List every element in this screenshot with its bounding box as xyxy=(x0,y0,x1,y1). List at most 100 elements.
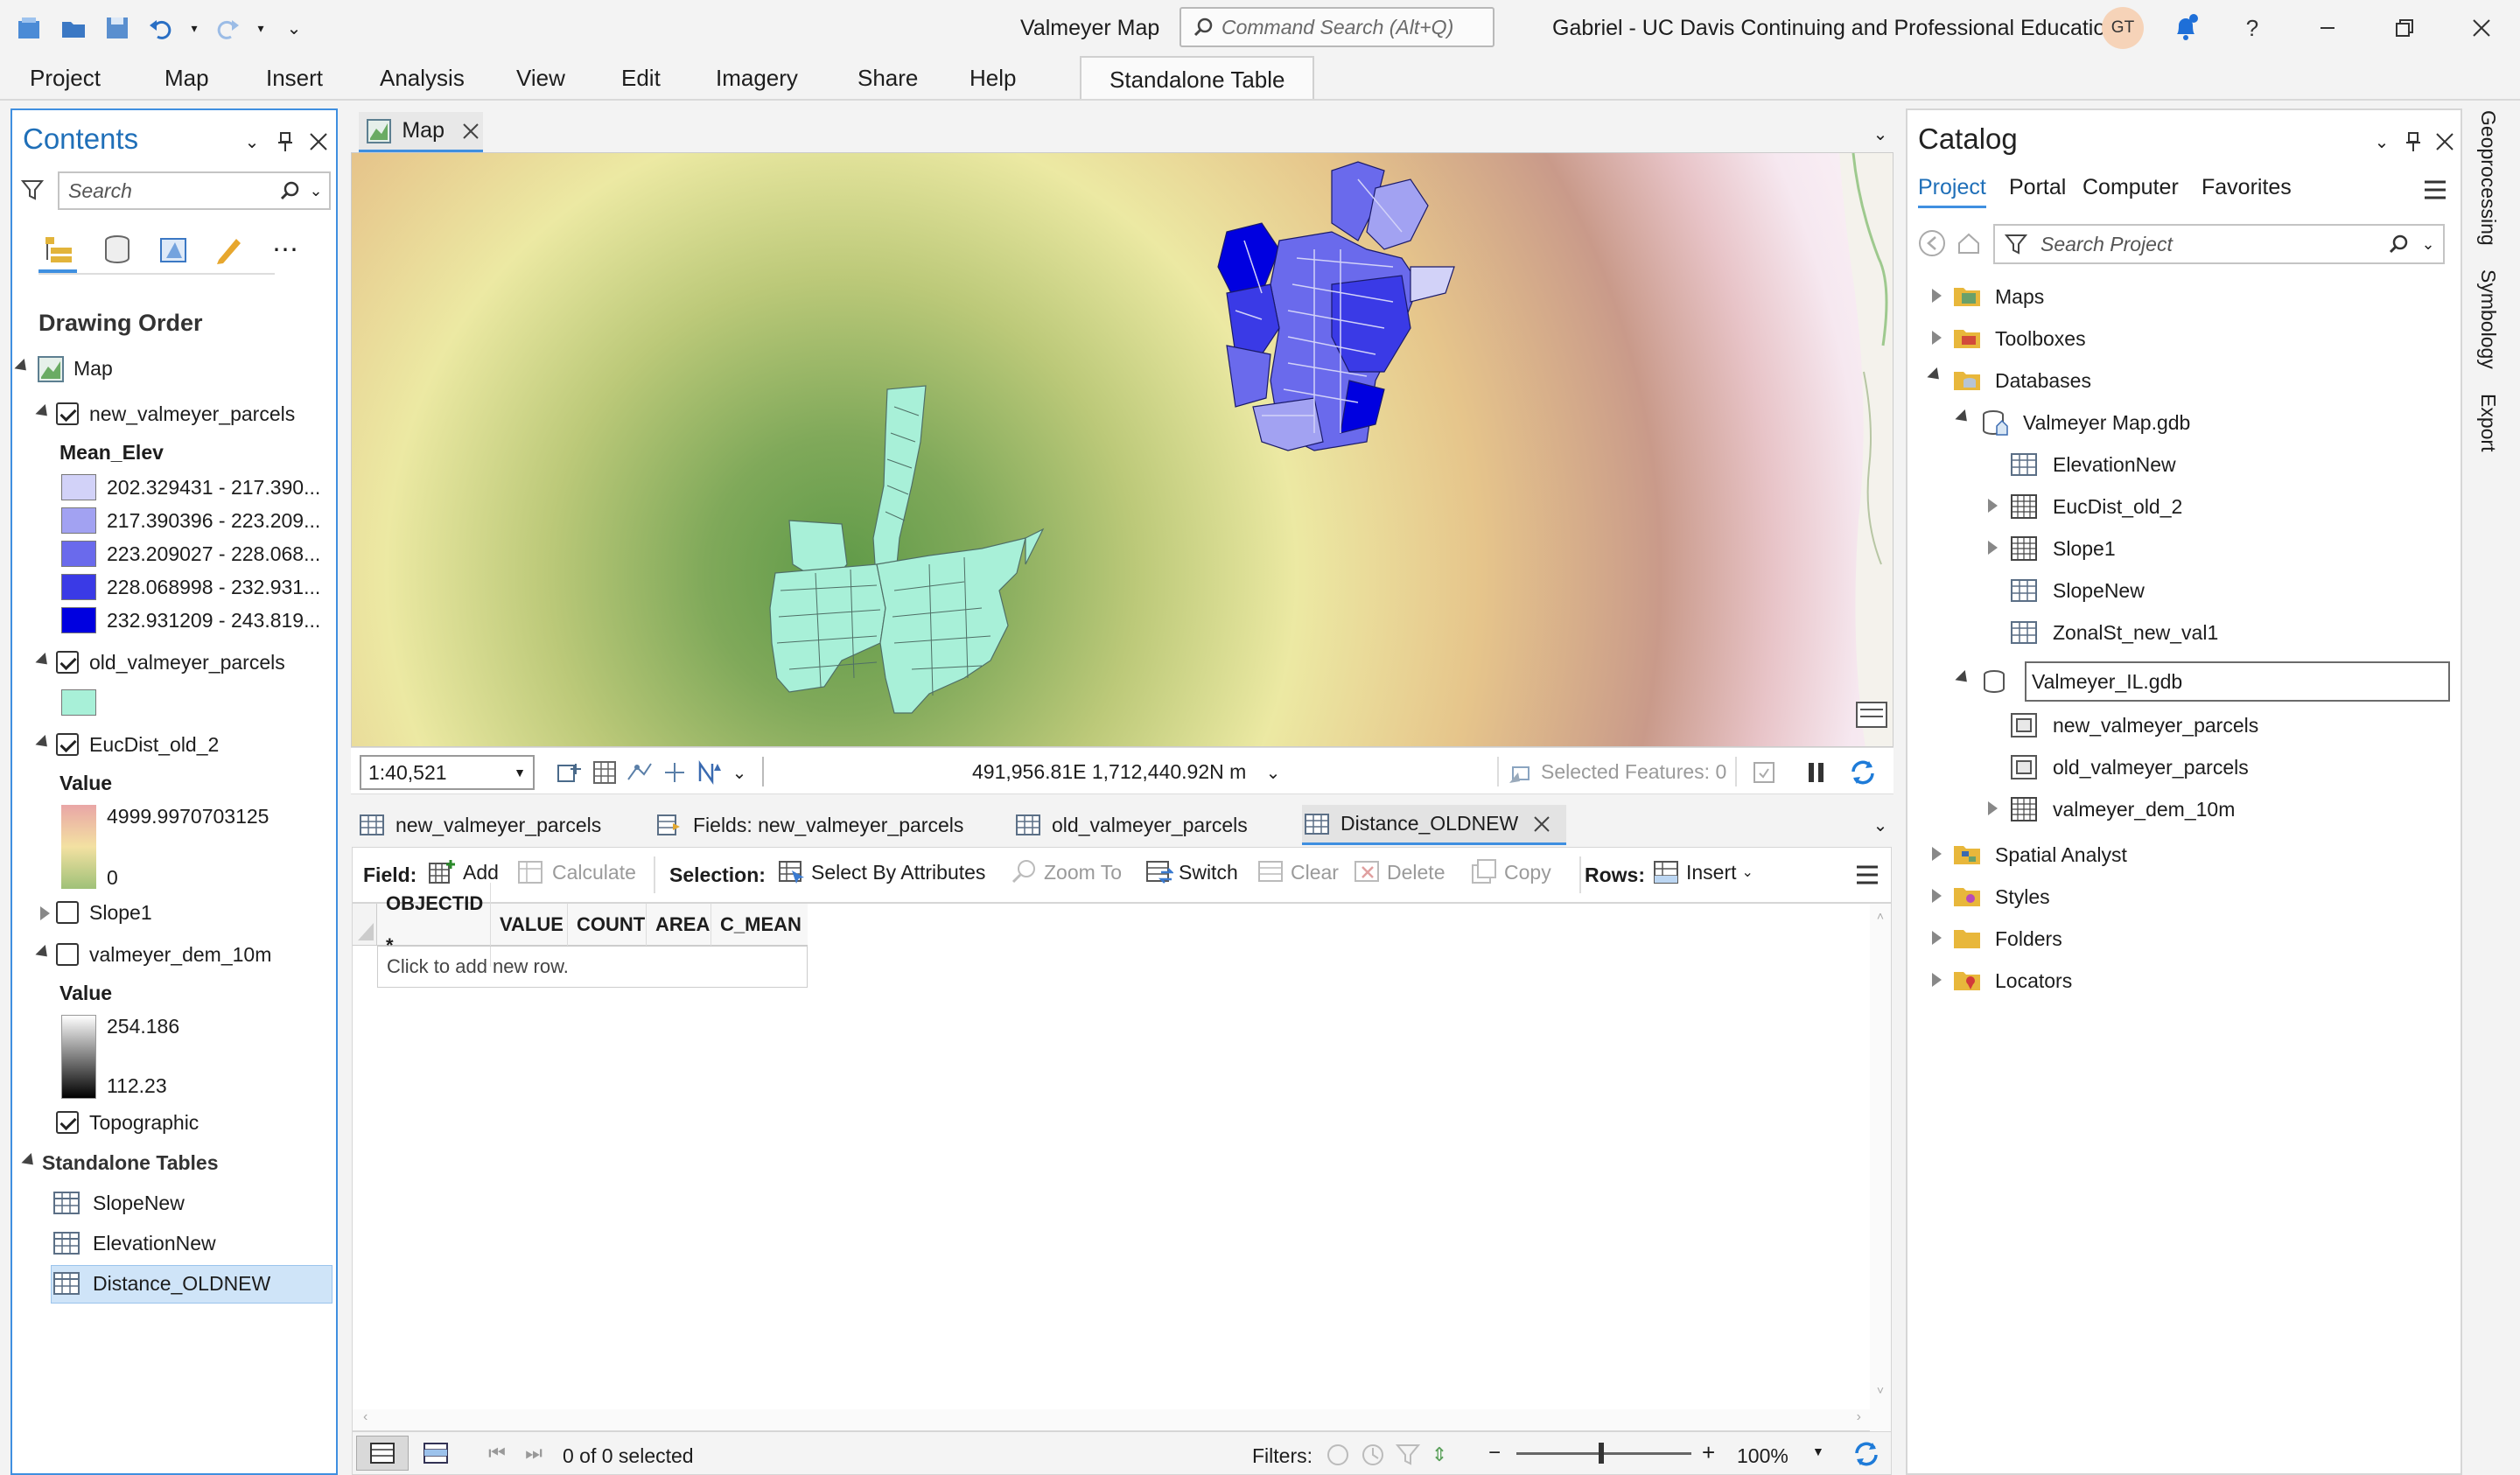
selected-features-icon[interactable] xyxy=(1506,758,1536,786)
insert-dropdown-icon[interactable]: ⌄ xyxy=(1742,863,1754,881)
close-pane-icon[interactable] xyxy=(2432,129,2457,154)
map-node-label[interactable]: Map xyxy=(74,357,113,381)
notifications-bell-icon[interactable] xyxy=(2166,10,2205,45)
tab-project[interactable]: Project xyxy=(30,65,101,92)
class-swatch-4[interactable] xyxy=(61,574,96,600)
refresh-map-icon[interactable] xyxy=(1845,757,1880,788)
expand-old-parcels-toggle[interactable] xyxy=(35,652,52,670)
catalog-item-styles[interactable]: Styles xyxy=(1995,885,2050,909)
rename-gdb-input[interactable]: Valmeyer_IL.gdb xyxy=(2025,661,2450,702)
expand-standalone-tables-toggle[interactable] xyxy=(21,1152,38,1171)
class-swatch-2[interactable] xyxy=(61,507,96,534)
close-window-icon[interactable] xyxy=(2443,7,2520,49)
tab-share[interactable]: Share xyxy=(858,65,918,92)
undo-dropdown-icon[interactable]: ▾ xyxy=(187,10,201,45)
command-search-input[interactable]: Command Search (Alt+Q) xyxy=(1180,7,1494,47)
layer-old-valmeyer-parcels[interactable]: old_valmeyer_parcels xyxy=(89,651,285,675)
pane-options-chevron-icon[interactable]: ⌄ xyxy=(242,131,262,152)
customize-qat-icon[interactable]: ⌄ xyxy=(276,10,312,45)
help-icon[interactable]: ? xyxy=(2235,12,2270,44)
standalone-tables-heading[interactable]: Standalone Tables xyxy=(42,1151,219,1175)
signed-in-user[interactable]: Gabriel - UC Davis Continuing and Profes… xyxy=(1552,16,2118,41)
avatar[interactable]: GT xyxy=(2102,7,2144,49)
expand-slope1-catalog-toggle[interactable] xyxy=(1988,541,1998,555)
catalog-item-toolboxes[interactable]: Toolboxes xyxy=(1995,327,2086,351)
class-swatch-1[interactable] xyxy=(61,474,96,500)
undo-icon[interactable] xyxy=(144,10,178,45)
tab-view[interactable]: View xyxy=(516,65,565,92)
scroll-left-icon[interactable]: ‹ xyxy=(363,1409,368,1425)
pane-options-chevron-icon[interactable]: ⌄ xyxy=(2371,131,2392,152)
catalog-item-folders[interactable]: Folders xyxy=(1995,927,2062,951)
zoom-in-icon[interactable]: + xyxy=(1702,1439,1715,1466)
tab-imagery[interactable]: Imagery xyxy=(716,65,798,92)
clear-selection-button[interactable]: Clear xyxy=(1257,858,1339,886)
zoom-to-button[interactable]: Zoom To xyxy=(1011,858,1122,886)
column-header-area[interactable]: AREA xyxy=(647,903,711,946)
expand-eucdist-toggle[interactable] xyxy=(35,734,52,752)
standalone-table-slopenew[interactable]: SlopeNew xyxy=(93,1192,185,1215)
expand-gdb2-toggle[interactable] xyxy=(1955,669,1972,688)
map-rendering[interactable] xyxy=(352,153,1894,747)
open-project-icon[interactable] xyxy=(56,10,91,45)
scale-selector[interactable]: 1:40,521 ▼ xyxy=(360,755,535,790)
close-pane-icon[interactable] xyxy=(306,129,331,154)
catalog-item-new-valmeyer-parcels[interactable]: new_valmeyer_parcels xyxy=(2053,714,2258,738)
standalone-table-elevationnew[interactable]: ElevationNew xyxy=(93,1232,216,1255)
list-by-drawing-order-icon[interactable] xyxy=(38,229,77,273)
snapping-icon[interactable] xyxy=(624,758,655,786)
expand-locators-toggle[interactable] xyxy=(1932,973,1942,987)
filter-icon[interactable] xyxy=(18,175,47,205)
pause-drawing-icon[interactable] xyxy=(1802,758,1831,786)
layer-slope1[interactable]: Slope1 xyxy=(89,901,152,925)
search-icon[interactable] xyxy=(2384,234,2413,254)
tab-insert[interactable]: Insert xyxy=(266,65,323,92)
map-overview-toggle-icon[interactable] xyxy=(1856,702,1887,728)
catalog-search-input[interactable]: Search Project ⌄ xyxy=(1993,224,2445,264)
catalog-item-databases[interactable]: Databases xyxy=(1995,369,2091,393)
layer-eucdist-old-2[interactable]: EucDist_old_2 xyxy=(89,733,219,757)
list-by-data-source-icon[interactable] xyxy=(98,229,136,269)
catalog-item-valmeyer-dem-10m[interactable]: valmeyer_dem_10m xyxy=(2053,798,2235,821)
eucdist-visibility-checkbox[interactable] xyxy=(56,733,79,756)
expand-spatial-analyst-toggle[interactable] xyxy=(1932,847,1942,861)
tab-fields-new-valmeyer-parcels[interactable]: Fields: new_valmeyer_parcels xyxy=(654,805,1040,845)
catalog-item-eucdist-old-2[interactable]: EucDist_old_2 xyxy=(2053,495,2182,519)
tab-distance-oldnew-table[interactable]: Distance_OLDNEW xyxy=(1302,805,1566,845)
catalog-menu-icon[interactable] xyxy=(2422,177,2448,203)
catalog-item-spatial-analyst[interactable]: Spatial Analyst xyxy=(1995,843,2127,867)
expand-slope-toggle[interactable] xyxy=(40,906,50,920)
tab-map[interactable]: Map xyxy=(164,65,209,92)
list-by-editing-icon[interactable] xyxy=(210,229,248,269)
catalog-item-locators[interactable]: Locators xyxy=(1995,969,2072,993)
zoom-level-dropdown-icon[interactable]: ▼ xyxy=(1812,1444,1824,1458)
refresh-list-icon[interactable] xyxy=(1749,758,1779,786)
north-dropdown-icon[interactable]: ⌄ xyxy=(729,758,750,786)
north-arrow-icon[interactable] xyxy=(694,758,725,786)
catalog-item-elevationnew[interactable]: ElevationNew xyxy=(2053,453,2176,477)
topographic-visibility-checkbox[interactable] xyxy=(56,1111,79,1134)
expand-maps-toggle[interactable] xyxy=(1932,289,1942,303)
zoom-slider-thumb[interactable] xyxy=(1599,1443,1604,1464)
home-folder-icon[interactable] xyxy=(1955,227,1983,259)
vertical-scrollbar[interactable]: ˄ ˅ xyxy=(1870,904,1891,1432)
expand-dem-toggle[interactable] xyxy=(35,944,52,962)
show-all-records-icon[interactable] xyxy=(356,1436,409,1471)
map-canvas[interactable] xyxy=(351,152,1894,747)
layer-new-valmeyer-parcels[interactable]: new_valmeyer_parcels xyxy=(89,402,295,426)
search-dropdown-icon[interactable]: ⌄ xyxy=(303,182,329,200)
expand-styles-toggle[interactable] xyxy=(1932,889,1942,903)
tab-edit[interactable]: Edit xyxy=(621,65,661,92)
close-tab-icon[interactable] xyxy=(458,122,483,140)
first-record-icon[interactable]: ⏮ xyxy=(484,1439,510,1467)
save-project-icon[interactable] xyxy=(100,10,135,45)
scroll-right-icon[interactable]: › xyxy=(1857,1409,1861,1425)
sort-toggle-icon[interactable]: ⇕ xyxy=(1427,1441,1452,1469)
scale-dropdown-icon[interactable]: ▼ xyxy=(514,765,533,779)
table-menu-icon[interactable] xyxy=(1854,862,1880,888)
column-header-c-mean[interactable]: C_MEAN xyxy=(711,904,808,946)
scroll-up-icon[interactable]: ˄ xyxy=(1870,909,1891,923)
slope-visibility-checkbox[interactable] xyxy=(56,901,79,924)
tab-new-valmeyer-parcels-table[interactable]: new_valmeyer_parcels xyxy=(357,805,646,845)
expand-toolboxes-toggle[interactable] xyxy=(1932,331,1942,345)
